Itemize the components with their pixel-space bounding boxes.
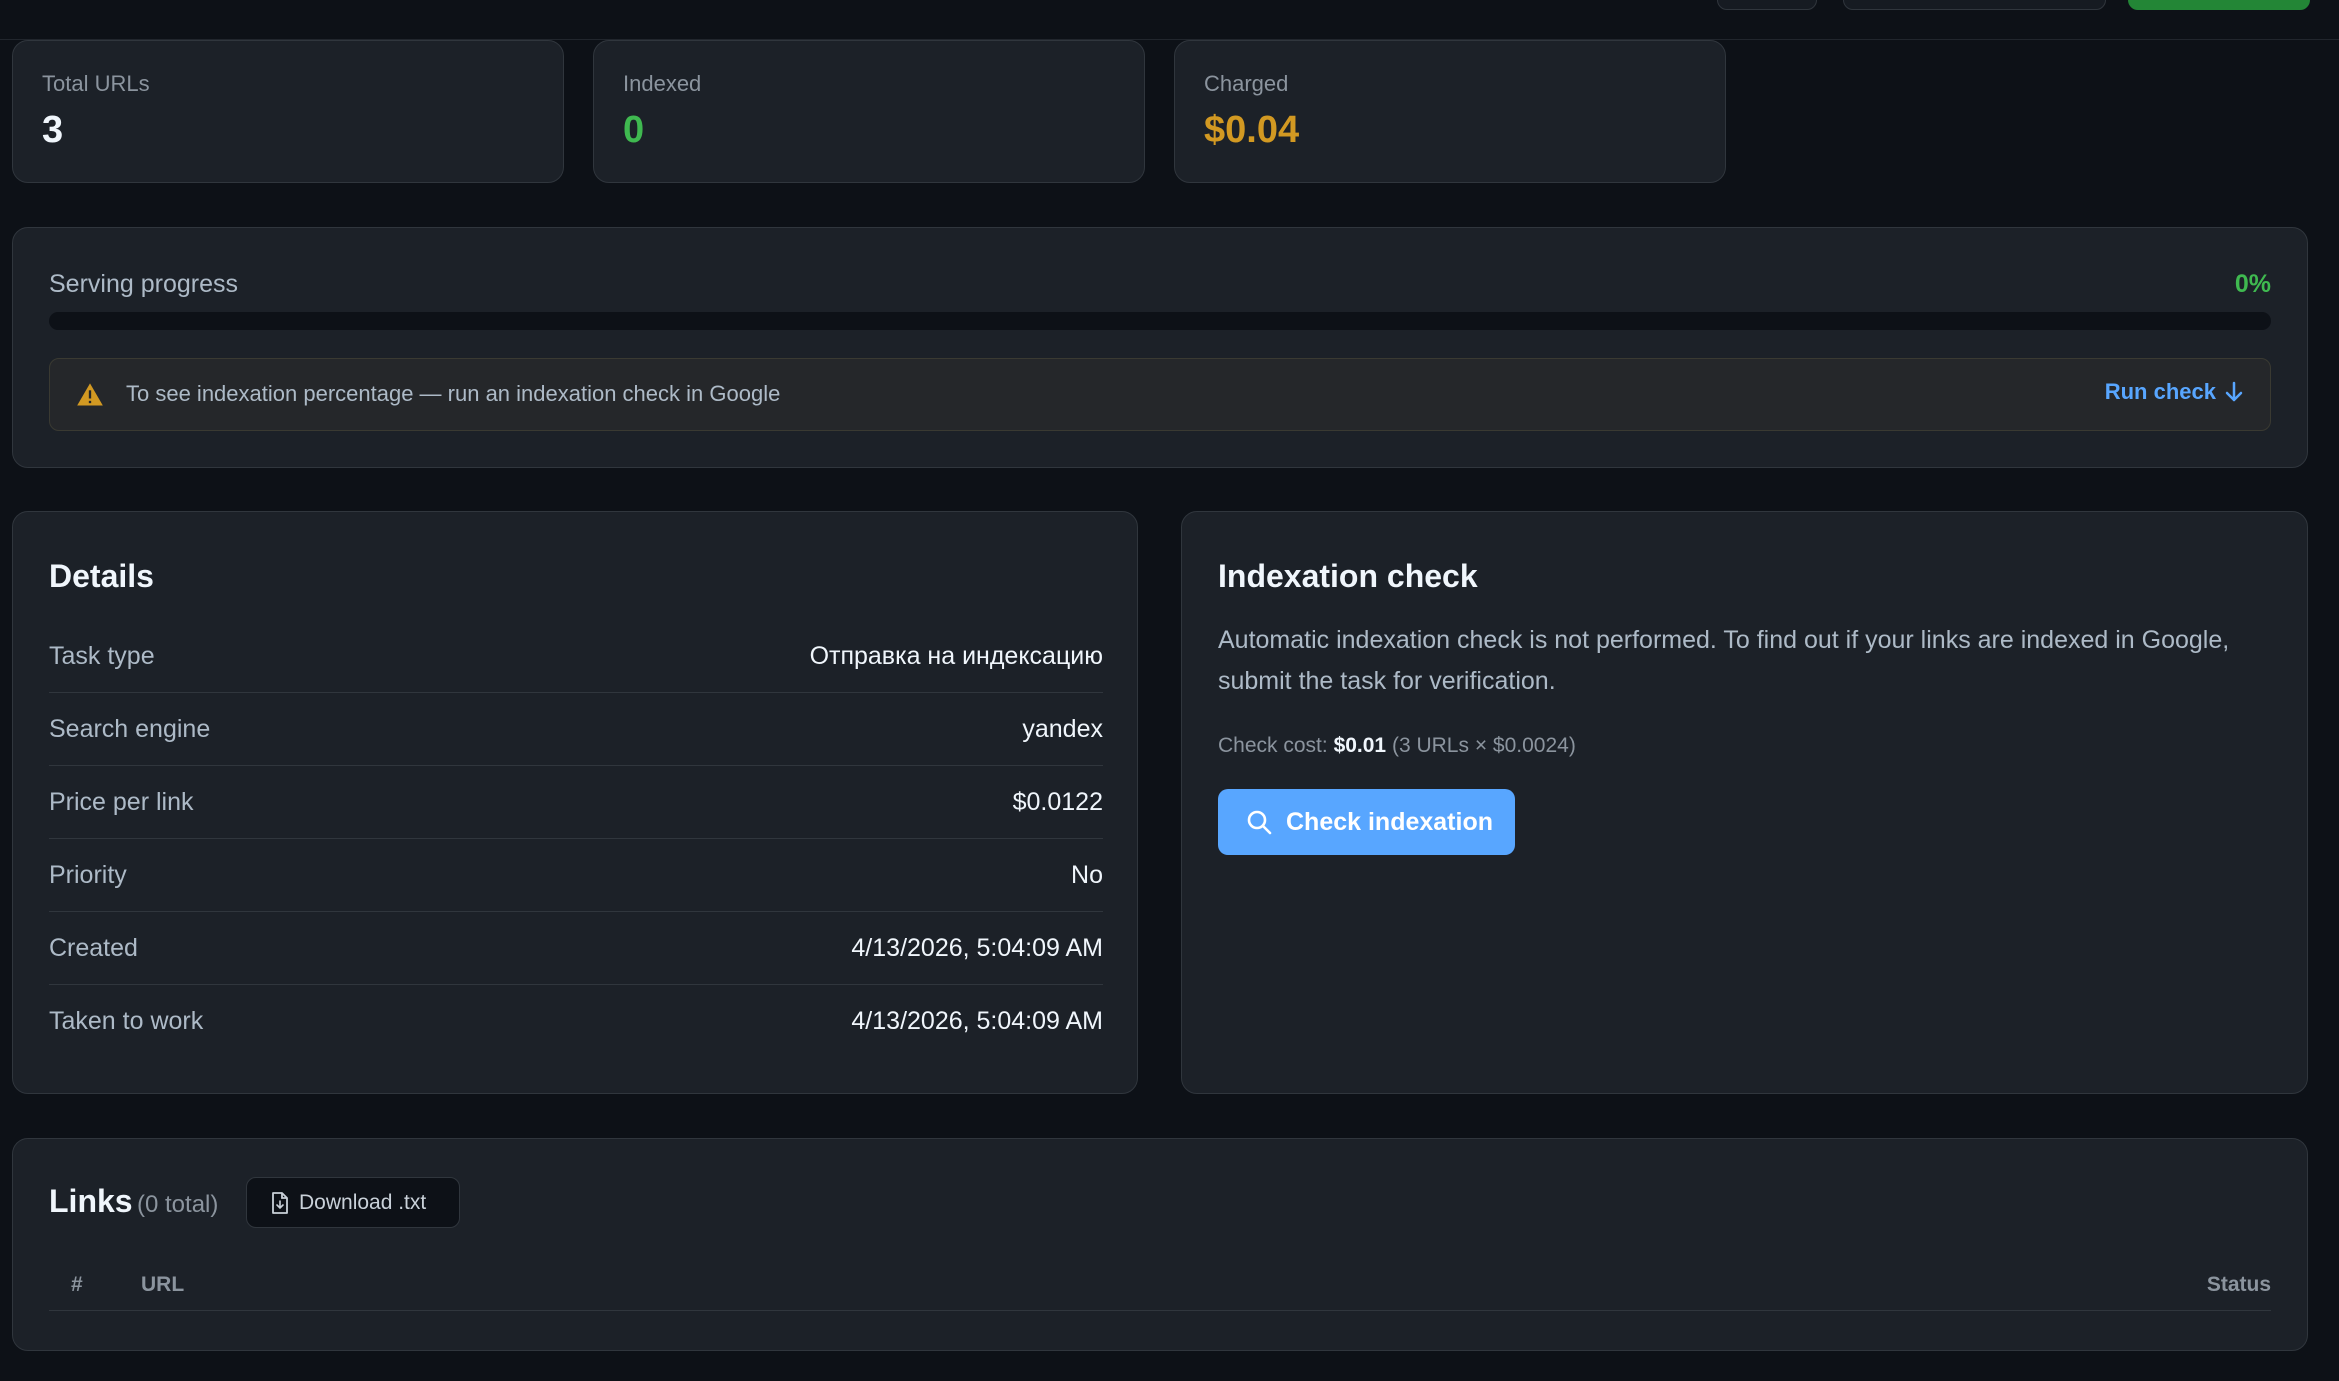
stat-card-total-urls: Total URLs 3 — [12, 40, 564, 183]
detail-row-taken-to-work: Taken to work 4/13/2026, 5:04:09 AM — [49, 985, 1103, 1058]
links-table-header: # URL Status — [49, 1259, 2271, 1311]
stat-card-charged: Charged $0.04 — [1174, 40, 1726, 183]
detail-row-priority: Priority No — [49, 839, 1103, 912]
stat-label: Total URLs — [42, 71, 150, 96]
progress-percent: 0% — [2234, 270, 2271, 298]
download-txt-button[interactable]: Download .txt — [246, 1177, 460, 1228]
detail-value: yandex — [1022, 715, 1103, 743]
links-title: Links — [49, 1183, 133, 1219]
header-select[interactable] — [1843, 0, 2106, 10]
header-button[interactable] — [1717, 0, 1817, 10]
detail-value: No — [1071, 861, 1103, 889]
detail-row-created: Created 4/13/2026, 5:04:09 AM — [49, 912, 1103, 985]
run-check-link[interactable]: Run check — [2105, 379, 2244, 405]
detail-key: Taken to work — [49, 1007, 204, 1035]
detail-value: Отправка на индексацию — [809, 642, 1103, 670]
indexation-description: Automatic indexation check is not perfor… — [1218, 626, 2230, 695]
stat-label: Indexed — [623, 71, 702, 96]
stat-card-indexed: Indexed 0 — [593, 40, 1145, 183]
detail-value: $0.0122 — [1012, 788, 1103, 816]
detail-key: Search engine — [49, 715, 211, 743]
check-indexation-label: Check indexation — [1286, 807, 1493, 836]
download-label: Download .txt — [299, 1190, 427, 1214]
notice-text: To see indexation percentage — run an in… — [126, 381, 781, 406]
check-cost-detail: (3 URLs × $0.0024) — [1391, 734, 1576, 757]
detail-key: Created — [49, 934, 138, 962]
check-cost: Check cost: $0.01 (3 URLs × $0.0024) — [1218, 734, 1576, 758]
column-header-url[interactable]: URL — [141, 1273, 184, 1297]
column-header-number[interactable]: # — [71, 1273, 83, 1297]
header-primary-button[interactable] — [2128, 0, 2310, 10]
detail-value: 4/13/2026, 5:04:09 AM — [851, 934, 1103, 962]
details-card: Details Task type Отправка на индексацию… — [12, 511, 1138, 1094]
detail-value: 4/13/2026, 5:04:09 AM — [851, 1007, 1103, 1035]
check-cost-label: Check cost: — [1218, 734, 1328, 757]
column-header-status[interactable]: Status — [2207, 1273, 2271, 1297]
check-indexation-button[interactable]: Check indexation — [1218, 789, 1515, 855]
file-icon — [272, 1191, 288, 1214]
warning-icon — [77, 383, 103, 406]
stat-value: $0.04 — [1204, 109, 1300, 151]
search-icon — [1247, 810, 1272, 835]
indexation-notice: To see indexation percentage — run an in… — [49, 358, 2271, 431]
details-title: Details — [49, 558, 154, 594]
stat-value: 3 — [42, 109, 64, 151]
indexation-title: Indexation check — [1218, 558, 1478, 594]
links-count: (0 total) — [137, 1191, 219, 1218]
indexation-check-card: Indexation check Automatic indexation ch… — [1181, 511, 2308, 1094]
top-bar — [0, 0, 2339, 40]
detail-row-price-per-link: Price per link $0.0122 — [49, 766, 1103, 839]
check-cost-value: $0.01 — [1333, 734, 1387, 757]
detail-key: Task type — [49, 642, 155, 670]
progress-bar — [49, 312, 2271, 330]
run-check-label: Run check — [2104, 379, 2216, 404]
stat-label: Charged — [1204, 71, 1289, 96]
detail-row-search-engine: Search engine yandex — [49, 693, 1103, 766]
detail-key: Price per link — [49, 788, 194, 816]
serving-progress-card: Serving progress 0% To see indexation pe… — [12, 227, 2308, 468]
stat-value: 0 — [623, 109, 645, 151]
detail-key: Priority — [49, 861, 127, 889]
arrow-down-icon — [2225, 381, 2243, 402]
detail-row-task-type: Task type Отправка на индексацию — [49, 620, 1103, 693]
progress-label: Serving progress — [49, 270, 238, 298]
links-card: Links (0 total) Download .txt # URL Stat… — [12, 1138, 2308, 1351]
